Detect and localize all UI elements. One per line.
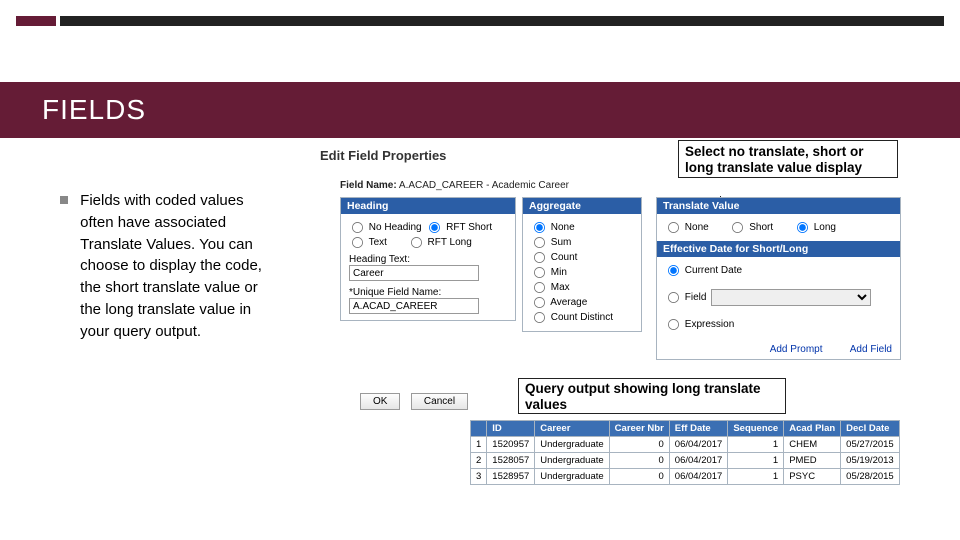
translate-fieldgroup: Translate Value None Short Long Effectiv… xyxy=(656,197,901,360)
unique-field-label: *Unique Field Name: xyxy=(349,287,507,298)
heading-text-label: Heading Text: xyxy=(349,254,507,265)
heading-text-input[interactable] xyxy=(349,265,479,281)
radio-aggregate-min[interactable]: Min xyxy=(533,266,567,279)
field-name-label: Field Name: xyxy=(340,180,397,191)
ok-button[interactable]: OK xyxy=(360,393,400,410)
radio-rft-long[interactable]: RFT Long xyxy=(410,236,472,249)
button-row: OK Cancel xyxy=(360,391,474,410)
table-header: Decl Date xyxy=(841,421,900,437)
table-header: Career Nbr xyxy=(609,421,669,437)
radio-translate-short[interactable]: Short xyxy=(731,221,773,234)
radio-field[interactable]: Field xyxy=(667,291,706,304)
radio-text[interactable]: Text xyxy=(351,236,387,249)
radio-aggregate-average[interactable]: Average xyxy=(533,296,587,309)
table-header xyxy=(471,421,487,437)
field-name-value: A.ACAD_CAREER - Academic Career xyxy=(399,180,569,191)
table-header: Eff Date xyxy=(669,421,728,437)
aggregate-fieldgroup: Aggregate None Sum Count Min Max Average… xyxy=(522,197,642,332)
cancel-button[interactable]: Cancel xyxy=(411,393,468,410)
page-title: FIELDS xyxy=(42,94,146,126)
radio-aggregate-count-distinct[interactable]: Count Distinct xyxy=(533,311,613,324)
table-header: ID xyxy=(487,421,535,437)
title-bar: FIELDS xyxy=(0,82,960,138)
topbar-accent xyxy=(16,16,56,26)
edit-field-properties-heading: Edit Field Properties xyxy=(320,148,446,163)
radio-aggregate-none[interactable]: None xyxy=(533,221,575,234)
add-prompt-link[interactable]: Add Prompt xyxy=(770,344,823,355)
callout-translate-select: Select no translate, short or long trans… xyxy=(678,140,898,178)
table-header: Sequence xyxy=(728,421,784,437)
output-table: IDCareerCareer NbrEff DateSequenceAcad P… xyxy=(470,420,900,485)
table-row: 31528957Undergraduate006/04/20171PSYC05/… xyxy=(471,469,900,485)
radio-aggregate-max[interactable]: Max xyxy=(533,281,570,294)
table-row: 11520957Undergraduate006/04/20171CHEM05/… xyxy=(471,437,900,453)
effdt-header: Effective Date for Short/Long xyxy=(657,241,900,257)
decorative-topbar xyxy=(16,16,944,26)
aggregate-header: Aggregate xyxy=(523,198,641,214)
bullet-square-icon xyxy=(60,196,68,204)
radio-aggregate-sum[interactable]: Sum xyxy=(533,236,571,249)
field-select[interactable] xyxy=(711,289,871,306)
table-row: 21528057Undergraduate006/04/20171PMED05/… xyxy=(471,453,900,469)
body-bullet: Fields with coded values often have asso… xyxy=(60,190,270,342)
bullet-text: Fields with coded values often have asso… xyxy=(80,190,265,342)
radio-aggregate-count[interactable]: Count xyxy=(533,251,577,264)
heading-fieldgroup: Heading No Heading RFT Short Text RFT Lo… xyxy=(340,197,516,321)
heading-header: Heading xyxy=(341,198,515,214)
add-field-link[interactable]: Add Field xyxy=(850,344,892,355)
radio-no-heading[interactable]: No Heading xyxy=(351,221,422,234)
field-name-row: Field Name: A.ACAD_CAREER - Academic Car… xyxy=(340,180,569,191)
table-header: Acad Plan xyxy=(784,421,841,437)
table-header: Career xyxy=(535,421,609,437)
unique-field-input[interactable] xyxy=(349,298,479,314)
translate-header: Translate Value xyxy=(657,198,900,214)
radio-current-date[interactable]: Current Date xyxy=(667,264,742,277)
radio-rft-short[interactable]: RFT Short xyxy=(428,221,492,234)
radio-translate-none[interactable]: None xyxy=(667,221,709,234)
radio-expression[interactable]: Expression xyxy=(667,318,734,331)
topbar-dark xyxy=(60,16,944,26)
callout-query-output: Query output showing long translate valu… xyxy=(518,378,786,414)
radio-translate-long[interactable]: Long xyxy=(796,221,836,234)
